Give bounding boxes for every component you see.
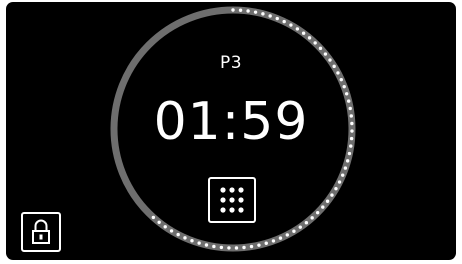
keypad-button[interactable]	[208, 177, 256, 223]
progress-dot	[157, 220, 161, 225]
progress-dot	[295, 27, 300, 31]
progress-dot	[304, 220, 309, 225]
time-display: 01:59	[153, 92, 309, 152]
progress-dot	[190, 239, 194, 243]
progress-dot	[345, 159, 350, 163]
progress-dot	[289, 23, 293, 27]
progress-dot	[337, 180, 342, 184]
progress-dot	[249, 244, 254, 249]
progress-dot	[318, 46, 323, 51]
progress-dot	[347, 151, 352, 156]
progress-dot	[151, 215, 156, 220]
progress-dot	[313, 41, 317, 45]
progress-dot	[271, 239, 276, 243]
progress-dot	[315, 210, 320, 215]
progress-dot	[339, 77, 343, 82]
progress-dot	[204, 243, 209, 247]
progress-dot	[253, 10, 258, 14]
progress-dot	[261, 12, 265, 16]
progress-dot	[285, 233, 289, 237]
progress-dot	[234, 246, 239, 250]
progress-dot	[330, 193, 334, 197]
progress-dot	[169, 229, 174, 233]
progress-dot	[343, 166, 348, 170]
progress-dot	[231, 8, 235, 12]
keypad-icon	[220, 187, 244, 213]
progress-dot	[307, 36, 312, 40]
progress-dot	[292, 229, 296, 233]
progress-dot	[242, 245, 246, 250]
progress-dot	[298, 225, 302, 229]
lock-button[interactable]	[21, 212, 61, 252]
progress-dot	[264, 241, 268, 245]
progress-dot	[219, 245, 224, 250]
progress-dot	[278, 236, 283, 240]
progress-dot	[275, 16, 279, 21]
program-label: P3	[219, 53, 243, 73]
progress-dot	[246, 9, 250, 13]
timer-screen: P3 01:59	[6, 2, 456, 260]
progress-dot	[301, 31, 306, 35]
progress-dot	[238, 8, 243, 12]
progress-dot	[257, 243, 261, 247]
progress-dot	[310, 216, 314, 220]
progress-dot	[212, 244, 216, 249]
progress-dot	[197, 241, 201, 245]
progress-dot	[163, 225, 167, 229]
progress-dot	[227, 246, 231, 250]
progress-dot	[340, 173, 345, 177]
progress-dot	[321, 205, 325, 209]
progress-dot	[176, 232, 180, 237]
progress-dot	[183, 236, 187, 240]
progress-dot	[334, 186, 338, 191]
progress-dot	[282, 19, 286, 24]
progress-dot	[342, 84, 346, 89]
padlock-icon	[32, 219, 50, 244]
progress-dot	[268, 14, 272, 18]
progress-dot	[325, 199, 330, 203]
